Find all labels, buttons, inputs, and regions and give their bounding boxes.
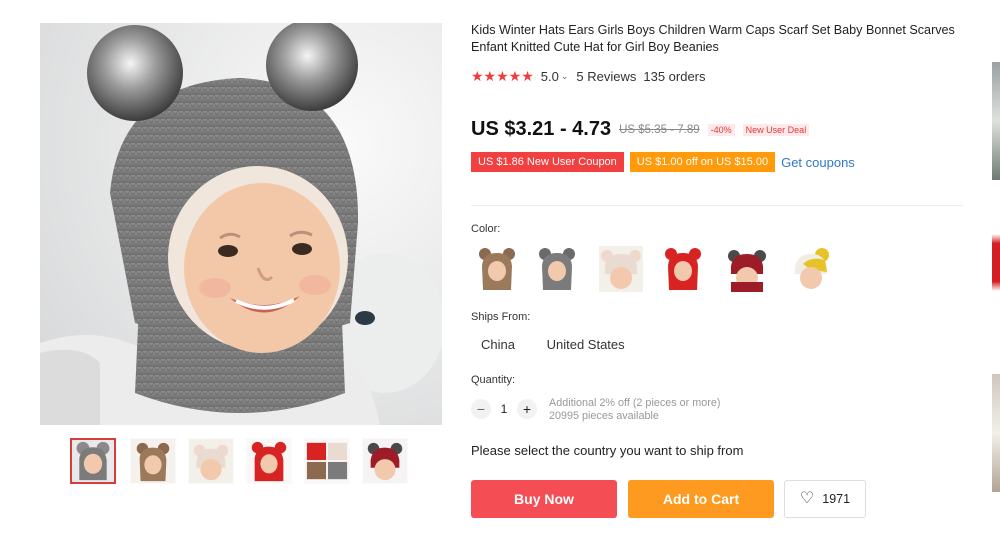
star-icon: ★★★★★ xyxy=(471,68,534,84)
color-option-brown[interactable] xyxy=(475,246,519,292)
ship-option-united-states[interactable]: United States xyxy=(547,337,625,352)
new-user-coupon[interactable]: US $1.86 New User Coupon xyxy=(471,152,624,172)
bulk-discount-note: Additional 2% off (2 pieces or more) xyxy=(549,397,721,409)
ship-country-message: Please select the country you want to sh… xyxy=(471,443,744,458)
discount-badge: -40% xyxy=(707,123,735,136)
thumbnail-multi[interactable] xyxy=(304,438,350,484)
wishlist-button[interactable]: ♡ 1971 xyxy=(784,480,866,518)
rating-score[interactable]: 5.0 xyxy=(541,69,559,84)
new-user-deal-badge: New User Deal xyxy=(742,123,810,136)
quantity-stepper: − 1 + xyxy=(471,399,537,419)
quantity-note: Additional 2% off (2 pieces or more) 209… xyxy=(549,397,720,423)
wishlist-count: 1971 xyxy=(822,492,851,506)
heart-icon: ♡ xyxy=(799,490,815,507)
get-coupons-link[interactable]: Get coupons xyxy=(781,155,855,170)
store-coupon[interactable]: US $1.00 off on US $15.00 xyxy=(629,152,776,172)
orders-count: 135 orders xyxy=(643,69,706,84)
quantity-value[interactable]: 1 xyxy=(491,402,517,416)
ship-option-china[interactable]: China xyxy=(481,337,515,352)
related-product-image[interactable] xyxy=(992,215,1000,310)
thumbnail-pink[interactable] xyxy=(188,438,234,484)
color-option-gray[interactable] xyxy=(535,246,579,292)
quantity-label: Quantity: xyxy=(471,374,516,386)
product-info-panel: Kids Winter Hats Ears Girls Boys Childre… xyxy=(471,22,971,518)
related-product-image[interactable] xyxy=(992,374,1000,492)
original-price: US $5.35 - 7.89 xyxy=(619,123,700,136)
thumbnail-burgundy[interactable] xyxy=(362,438,408,484)
product-title: Kids Winter Hats Ears Girls Boys Childre… xyxy=(471,23,955,54)
price-row: US $3.21 - 4.73 US $5.35 - 7.89 -40% New… xyxy=(471,118,810,141)
plus-icon[interactable]: + xyxy=(517,399,537,419)
reviews-link[interactable]: 5 Reviews xyxy=(576,69,636,84)
chevron-down-icon[interactable]: ⌄ xyxy=(561,71,569,82)
divider xyxy=(471,205,963,206)
current-price: US $3.21 - 4.73 xyxy=(471,118,612,140)
coupon-row: US $1.86 New User Coupon US $1.00 off on… xyxy=(471,152,855,172)
color-option-burgundy[interactable] xyxy=(725,246,769,292)
ships-from-options: China United States xyxy=(481,337,653,352)
thumbnail-brown[interactable] xyxy=(130,438,176,484)
thumbnail-red[interactable] xyxy=(246,438,292,484)
main-product-image[interactable] xyxy=(40,23,442,425)
related-product-image[interactable] xyxy=(992,62,1000,180)
product-photo xyxy=(40,23,442,425)
add-to-cart-button[interactable]: Add to Cart xyxy=(628,480,774,518)
thumbnail-gray[interactable] xyxy=(70,438,116,484)
color-option-yellow[interactable] xyxy=(789,246,833,292)
stock-available-note: 20995 pieces available xyxy=(549,410,659,422)
color-option-red[interactable] xyxy=(661,246,705,292)
color-option-pink[interactable] xyxy=(599,246,643,292)
rating-row: ★★★★★ 5.0 ⌄ 5 Reviews 135 orders xyxy=(471,68,706,85)
buy-now-button[interactable]: Buy Now xyxy=(471,480,617,518)
color-label: Color: xyxy=(471,223,501,235)
minus-icon[interactable]: − xyxy=(471,399,491,419)
ships-from-label: Ships From: xyxy=(471,311,531,323)
